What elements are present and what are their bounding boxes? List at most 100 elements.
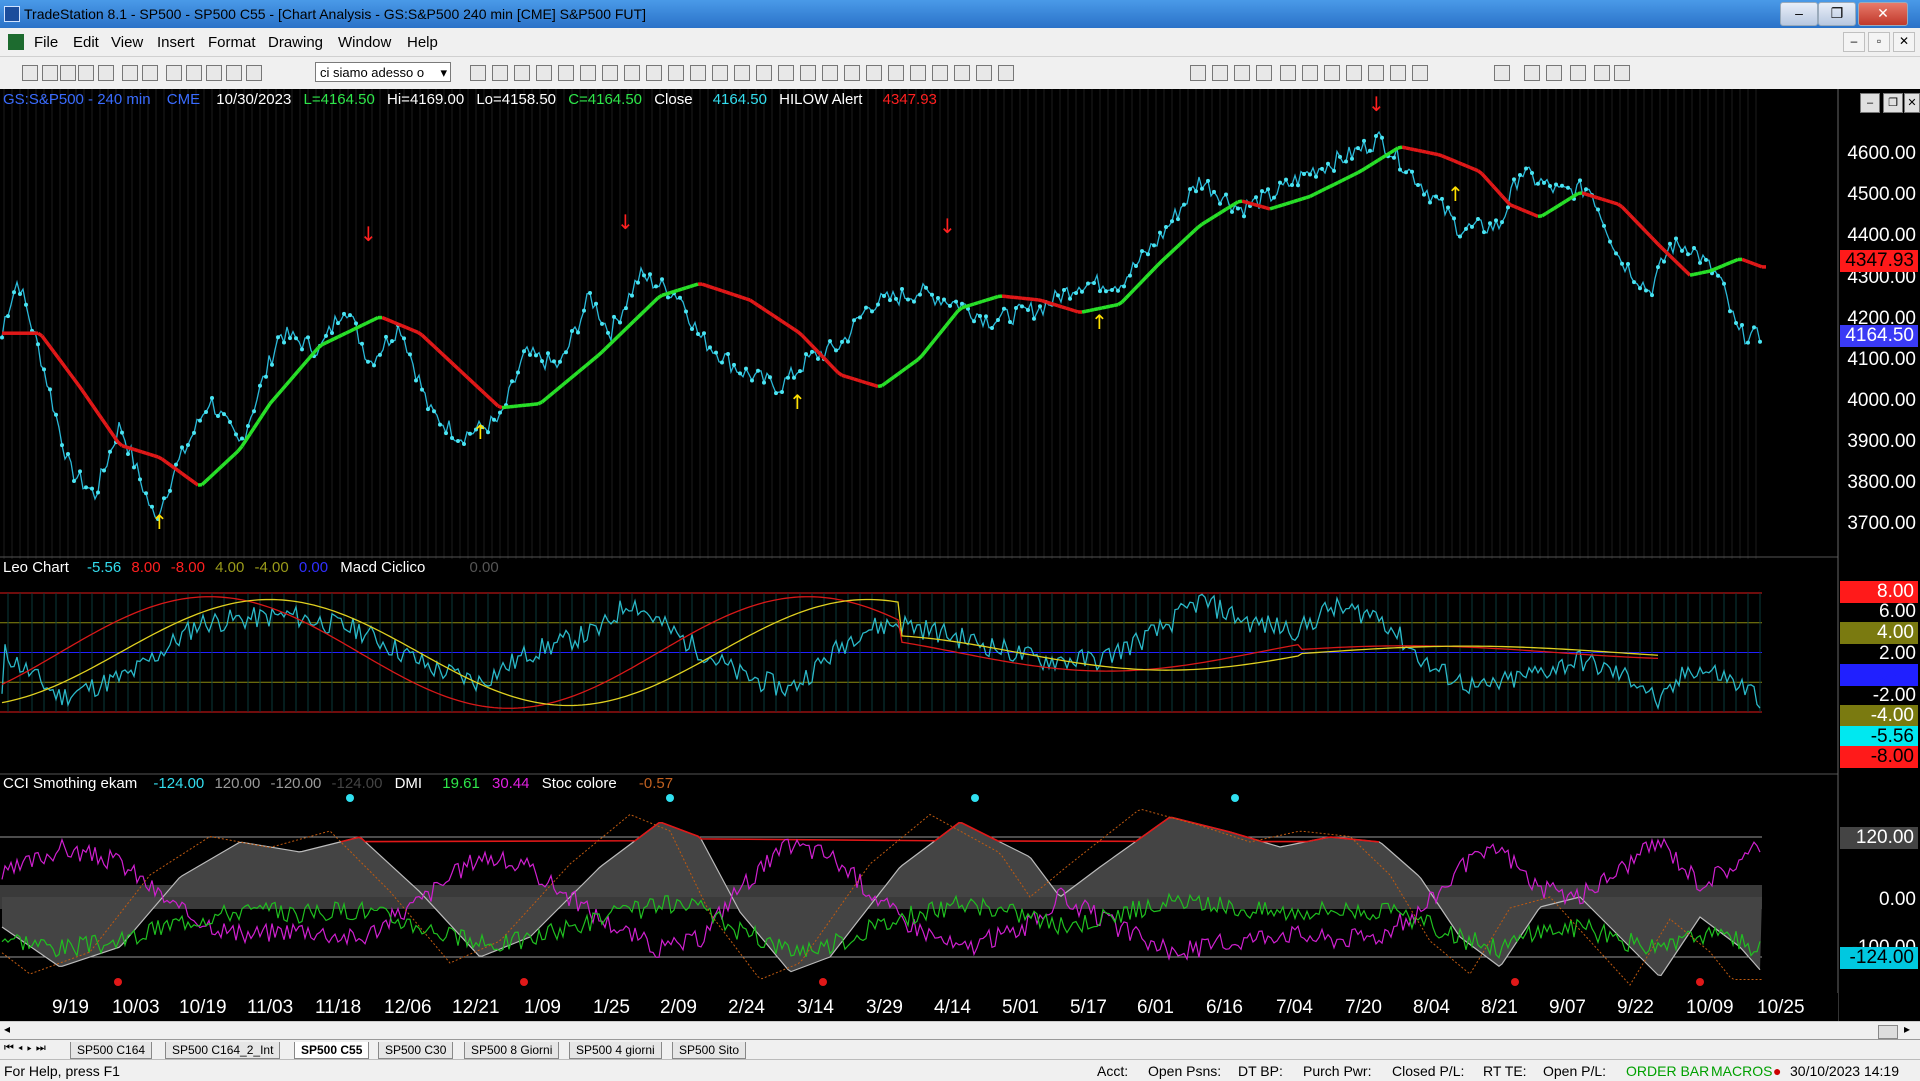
status-macros[interactable]: MACROS (1711, 1063, 1772, 1079)
hand-icon[interactable] (756, 65, 772, 81)
panel-restore-button[interactable]: ❐ (1883, 93, 1903, 113)
status-order-bar[interactable]: ORDER BAR (1626, 1063, 1709, 1079)
tab-nav-arrows-icon[interactable]: ⏮◂▸⏭ (4, 1042, 50, 1055)
chart-area[interactable]: ↑↑↑↑↑↓↓↓↓ GS:S&P500 - 240 min CME 10/30/… (0, 89, 1920, 1021)
mdi-restore-button[interactable]: ▫ (1868, 32, 1890, 52)
trend-icon[interactable] (1190, 65, 1206, 81)
gann-icon[interactable] (1280, 65, 1296, 81)
price-point (816, 357, 820, 361)
menu-window[interactable]: Window (338, 34, 391, 51)
arc-icon[interactable] (1390, 65, 1406, 81)
lines-icon[interactable] (1234, 65, 1250, 81)
menu-insert[interactable]: Insert (157, 34, 195, 51)
menu-drawing[interactable]: Drawing (268, 34, 323, 51)
ma-up-segment (1298, 199, 1302, 200)
price-point (360, 342, 364, 346)
fib-icon[interactable] (844, 65, 860, 81)
tab-sp500-c164-2-int[interactable]: SP500 C164_2_Int (165, 1042, 280, 1059)
menu-view[interactable]: View (111, 34, 143, 51)
chart-window-icon[interactable] (8, 34, 24, 50)
horizontal-scrollbar[interactable]: ◂ ▸ (0, 1021, 1920, 1040)
tab-sp500-c30[interactable]: SP500 C30 (378, 1042, 453, 1059)
menu-file[interactable]: File (34, 34, 58, 51)
channel-icon[interactable] (910, 65, 926, 81)
menu-help[interactable]: Help (407, 34, 438, 51)
regression-icon[interactable] (1346, 65, 1362, 81)
menu-format[interactable]: Format (208, 34, 256, 51)
scroll-right-icon[interactable]: ▸ (1904, 1022, 1910, 1036)
curve-icon[interactable] (1494, 65, 1510, 81)
price-point (1722, 282, 1726, 286)
close-button[interactable]: ✕ (1858, 2, 1908, 26)
tab-sp500-c55[interactable]: SP500 C55 (294, 1042, 369, 1059)
eraser-icon[interactable] (778, 65, 794, 81)
tab-sp500-sito[interactable]: SP500 Sito (672, 1042, 746, 1059)
price-point (1434, 194, 1438, 198)
line-icon[interactable] (580, 65, 596, 81)
price-point (252, 409, 256, 413)
tool-icon[interactable] (226, 65, 242, 81)
arrow-right-icon[interactable] (470, 65, 486, 81)
rect-icon[interactable] (976, 65, 992, 81)
print-preview-icon[interactable] (122, 65, 138, 81)
workspace-select[interactable]: ci siamo adesso o ▾ (315, 62, 451, 82)
app-icon[interactable] (4, 6, 20, 22)
save-all-icon[interactable] (60, 65, 76, 81)
pointer-icon[interactable] (734, 65, 750, 81)
tab-sp500-c164[interactable]: SP500 C164 (70, 1042, 152, 1059)
globe-icon[interactable] (246, 65, 262, 81)
abc-icon[interactable] (1614, 65, 1630, 81)
speed-icon[interactable] (1324, 65, 1340, 81)
zoom-out-icon[interactable] (712, 65, 728, 81)
bars2-icon[interactable] (1212, 65, 1228, 81)
grid-icon[interactable] (558, 65, 574, 81)
folder-icon[interactable] (98, 65, 114, 81)
price-point (1380, 136, 1384, 140)
minimize-button[interactable]: ‒ (1780, 2, 1818, 26)
chart-icon[interactable] (514, 65, 530, 81)
link-icon[interactable] (166, 65, 182, 81)
scroll-left-icon[interactable]: ◂ (4, 1022, 10, 1036)
buy-arrow-icon[interactable] (1546, 65, 1562, 81)
bars-icon[interactable] (624, 65, 640, 81)
tab-sp500-8-giorni[interactable]: SP500 8 Giorni (464, 1042, 559, 1059)
pencil-icon[interactable] (1412, 65, 1428, 81)
fib2-icon[interactable] (1368, 65, 1384, 81)
ellipse-icon[interactable] (954, 65, 970, 81)
open-icon[interactable] (42, 65, 58, 81)
hline-icon[interactable] (866, 65, 882, 81)
angle-icon[interactable] (1302, 65, 1318, 81)
price-point (1296, 183, 1300, 187)
text-icon[interactable] (998, 65, 1014, 81)
mdi-close-button[interactable]: ✕ (1893, 32, 1915, 52)
menu-edit[interactable]: Edit (73, 34, 99, 51)
lock-icon[interactable] (206, 65, 222, 81)
arrow-icon[interactable] (932, 65, 948, 81)
restore-button[interactable]: ❐ (1818, 2, 1856, 26)
copy-icon[interactable] (78, 65, 94, 81)
panel-close-button[interactable]: ✕ (1904, 93, 1920, 113)
fan-icon[interactable] (1256, 65, 1272, 81)
cycle-icon[interactable] (602, 65, 618, 81)
trendline-icon[interactable] (822, 65, 838, 81)
square-icon[interactable] (1594, 65, 1610, 81)
candle-icon[interactable] (646, 65, 662, 81)
ma-down-segment (866, 383, 870, 384)
print-icon[interactable] (142, 65, 158, 81)
tab-sp500-4-giorni[interactable]: SP500 4 giorni (569, 1042, 662, 1059)
vline-icon[interactable] (888, 65, 904, 81)
sell-arrow-icon[interactable] (1524, 65, 1540, 81)
scroll-thumb[interactable] (1878, 1025, 1898, 1039)
chart-canvas[interactable]: ↑↑↑↑↑↓↓↓↓ (0, 89, 1920, 1021)
zoom-in-icon[interactable] (690, 65, 706, 81)
circle-icon[interactable] (1570, 65, 1586, 81)
chart-2-icon[interactable] (536, 65, 552, 81)
mdi-minimize-button[interactable]: ‒ (1843, 32, 1865, 52)
date-axis[interactable]: 9/1910/0310/1911/0311/1812/0612/211/091/… (0, 993, 1838, 1023)
link-2-icon[interactable] (186, 65, 202, 81)
new-icon[interactable] (22, 65, 38, 81)
binoculars-icon[interactable] (492, 65, 508, 81)
insert-icon[interactable] (800, 65, 816, 81)
tick-icon[interactable] (668, 65, 684, 81)
panel-minimize-button[interactable]: ‒ (1860, 93, 1880, 113)
